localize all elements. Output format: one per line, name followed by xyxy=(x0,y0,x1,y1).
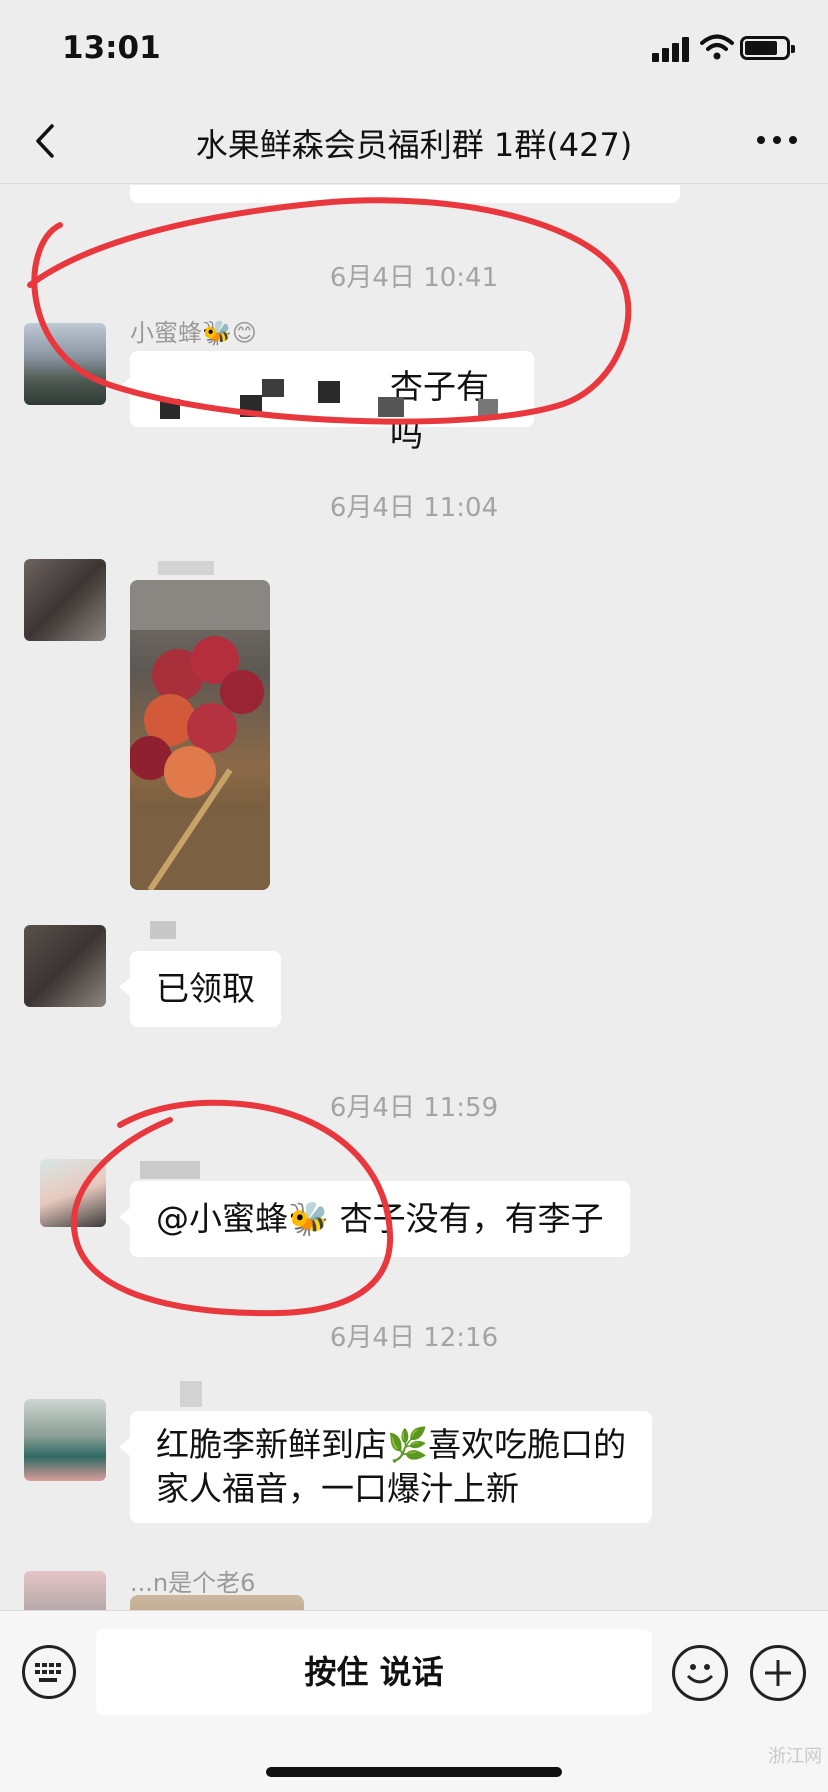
back-chevron-icon[interactable] xyxy=(26,118,66,164)
timestamp: 6月4日 12:16 xyxy=(329,1323,499,1353)
sender-name: ...n是个老6 xyxy=(130,1569,256,1597)
mosaic-block xyxy=(240,395,262,417)
home-indicator xyxy=(266,1767,562,1777)
wifi-icon xyxy=(700,34,734,60)
mosaic-block xyxy=(478,399,498,419)
emoji-icon[interactable] xyxy=(672,1645,728,1701)
hold-to-talk-button[interactable]: 按住 说话 xyxy=(96,1629,652,1715)
chat-input-bar: 按住 说话 xyxy=(0,1610,828,1792)
message-bubble[interactable]: @小蜜蜂🐝 杏子没有，有李子 xyxy=(119,1181,630,1257)
message-bubble[interactable]: 红脆李新鲜到店🌿喜欢吃脆口的 家人福音，一口爆汁上新 xyxy=(118,1411,653,1523)
nav-bar: 水果鲜森会员福利群 1群(427) xyxy=(0,100,828,184)
avatar[interactable] xyxy=(24,323,106,405)
message-text: 杏子有吗 xyxy=(390,367,489,454)
mosaic-block xyxy=(378,397,404,417)
plums-photo xyxy=(130,580,270,890)
chat-title: 水果鲜森会员福利群 1群(427) xyxy=(195,126,633,164)
avatar[interactable] xyxy=(24,559,106,641)
watermark: 浙江网 xyxy=(768,1746,822,1767)
previous-message-bubble xyxy=(130,185,680,203)
plus-icon[interactable] xyxy=(750,1645,806,1701)
message-text: 红脆李新鲜到店🌿喜欢吃脆口的 xyxy=(156,1425,627,1464)
message-text: 家人福音，一口爆汁上新 xyxy=(156,1469,519,1508)
timestamp: 6月4日 11:04 xyxy=(329,493,499,523)
avatar[interactable] xyxy=(40,1159,106,1227)
photo-message[interactable] xyxy=(130,580,270,890)
avatar[interactable] xyxy=(24,1571,106,1610)
more-options-icon[interactable] xyxy=(756,130,798,150)
status-bar: 13:01 xyxy=(0,0,828,100)
avatar[interactable] xyxy=(24,925,106,1007)
message-text: 已领取 xyxy=(156,969,255,1008)
mosaic-block xyxy=(262,379,284,397)
message-bubble[interactable]: 已领取 xyxy=(119,951,281,1027)
battery-icon xyxy=(740,36,795,60)
sender-name-redacted xyxy=(150,921,176,939)
timestamp: 6月4日 11:59 xyxy=(329,1093,499,1123)
chat-message-list[interactable]: 6月4日 10:41 小蜜蜂🐝😊 杏子有吗 6月4日 11:04 已领取 6月4… xyxy=(0,185,828,1610)
timestamp: 6月4日 10:41 xyxy=(329,263,499,293)
sender-name: 小蜜蜂🐝😊 xyxy=(130,319,257,347)
photo-message[interactable] xyxy=(130,1595,304,1610)
keyboard-icon[interactable] xyxy=(22,1645,76,1699)
message-text: @小蜜蜂🐝 杏子没有，有李子 xyxy=(156,1199,604,1238)
avatar[interactable] xyxy=(24,1399,106,1481)
sender-name-redacted xyxy=(158,561,214,575)
signal-icon xyxy=(652,36,692,62)
sender-name-redacted xyxy=(180,1381,202,1407)
mosaic-block xyxy=(318,381,340,403)
mosaic-block xyxy=(160,399,180,419)
status-time: 13:01 xyxy=(62,30,161,66)
sender-name-redacted xyxy=(140,1161,200,1179)
